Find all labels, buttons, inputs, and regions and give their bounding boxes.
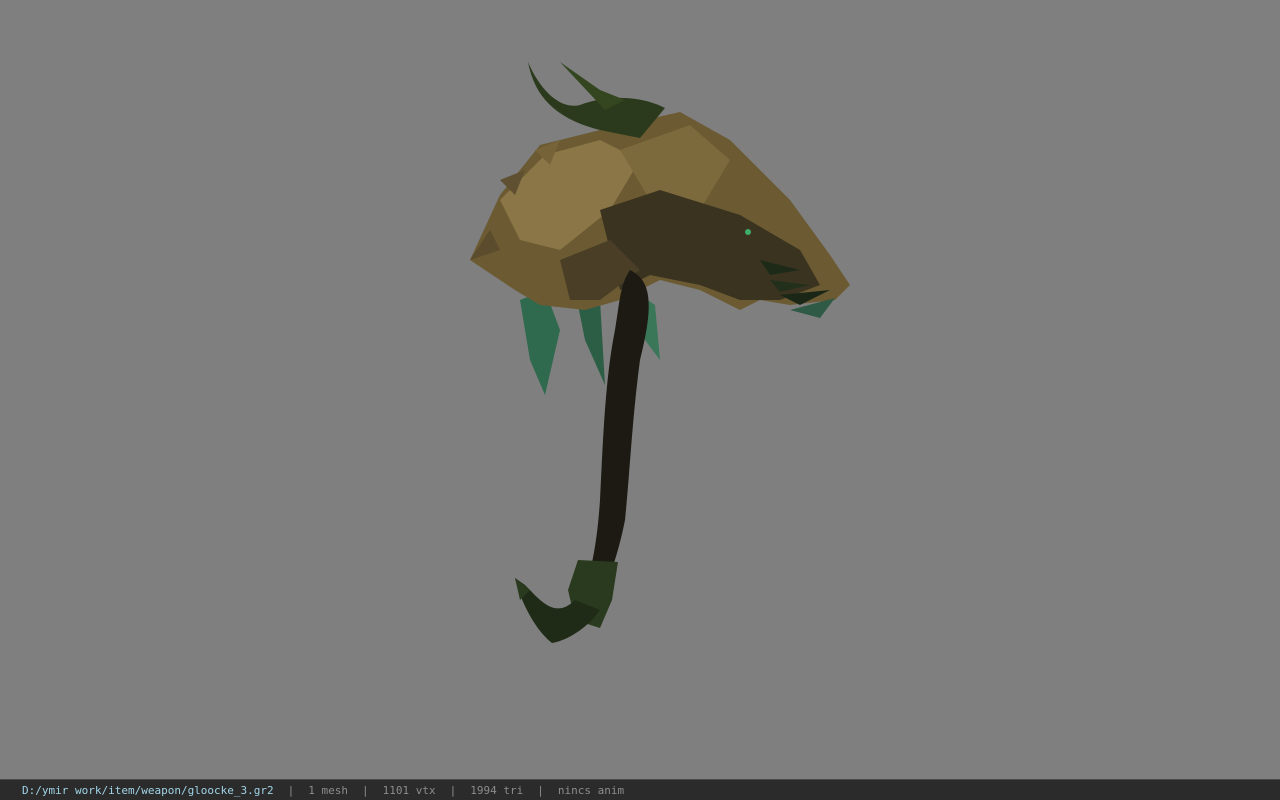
3d-viewport[interactable]: [0, 0, 1280, 779]
separator: |: [287, 783, 295, 797]
animation-status: nincs anim: [557, 783, 625, 797]
file-path: D:/ymir work/item/weapon/gloocke_3.gr2: [22, 783, 274, 797]
triangle-count: 1994 tri: [470, 783, 524, 797]
status-bar: D:/ymir work/item/weapon/gloocke_3.gr2 |…: [0, 779, 1280, 800]
vertex-count: 1101 vtx: [382, 783, 436, 797]
separator: |: [449, 783, 457, 797]
separator: |: [537, 783, 544, 797]
separator: |: [362, 783, 369, 797]
mesh-count: 1 mesh: [308, 783, 349, 797]
weapon-model: [470, 62, 850, 643]
eye-icon: [745, 229, 751, 235]
